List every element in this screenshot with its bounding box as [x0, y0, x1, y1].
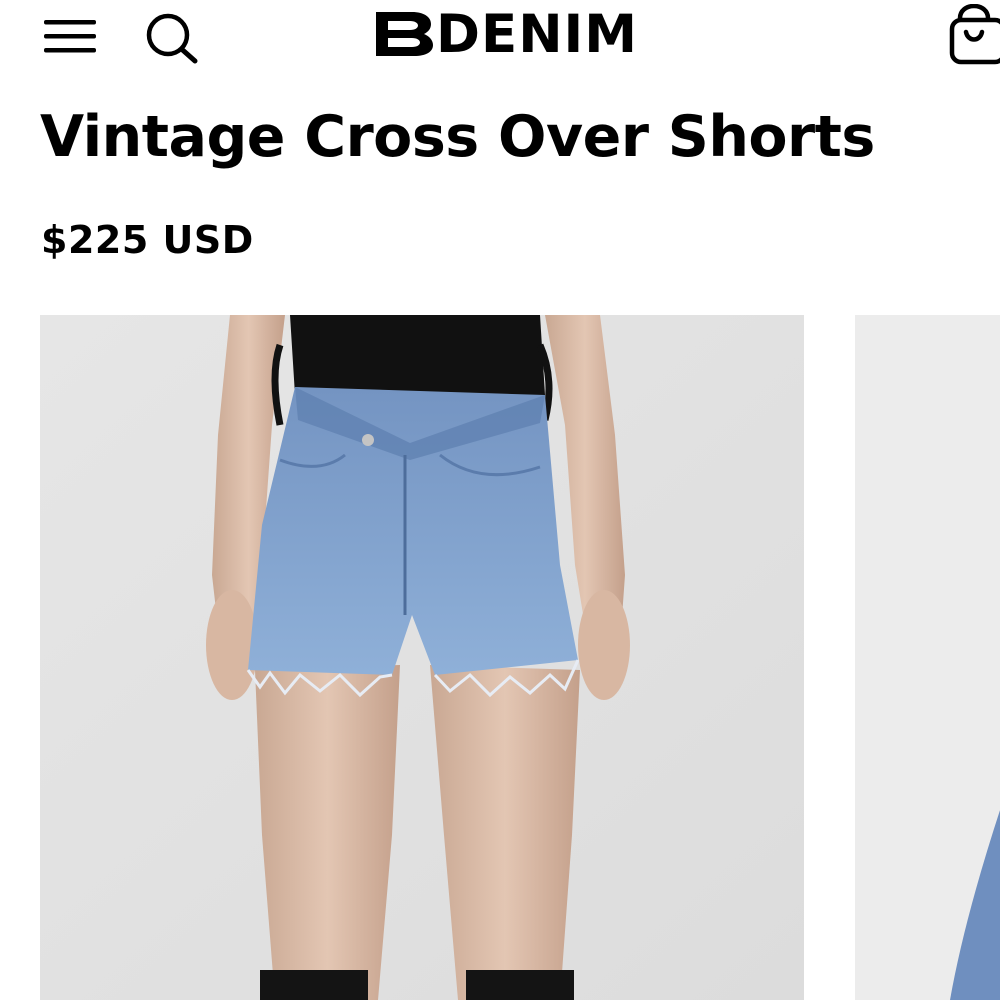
brand-logo-link[interactable]: DENIM	[376, 4, 676, 64]
hamburger-menu-icon	[44, 20, 96, 53]
product-price: $225 USD	[41, 218, 254, 262]
brand-logo-mark	[376, 12, 433, 56]
product-image-gallery[interactable]	[0, 315, 1000, 1000]
product-photo-front-view	[40, 315, 804, 1000]
cart-button[interactable]	[946, 3, 1000, 66]
menu-button[interactable]	[44, 14, 98, 58]
shopping-bag-icon	[949, 3, 1000, 65]
product-image-main[interactable]	[40, 315, 804, 1000]
search-button[interactable]	[144, 10, 200, 64]
site-header: DENIM	[0, 0, 1000, 70]
product-photo-next-view	[855, 315, 1000, 1000]
search-icon	[146, 13, 198, 64]
product-title: Vintage Cross Over Shorts	[40, 104, 875, 170]
brand-name: DENIM	[436, 3, 639, 65]
product-page: DENIM Vintage Cross Over Shorts $225 USD	[0, 0, 1000, 1000]
product-image-next[interactable]	[855, 315, 1000, 1000]
